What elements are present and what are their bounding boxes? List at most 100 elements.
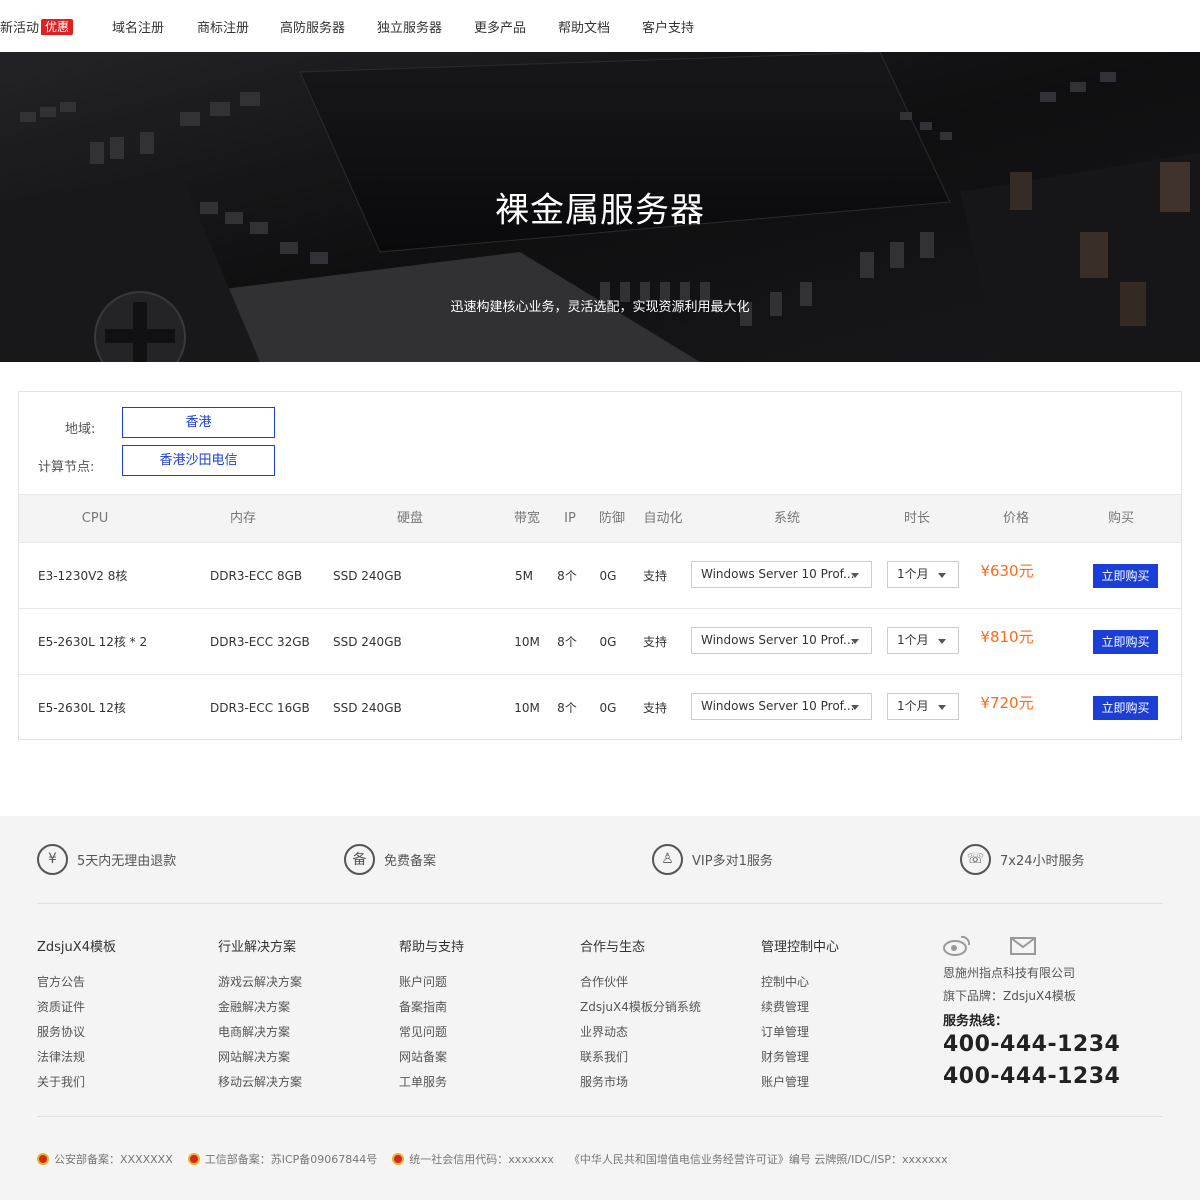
hero-subtitle: 迅速构建核心业务，灵活选配，实现资源利用最大化 (450, 300, 750, 315)
cell-defense: 0G (599, 701, 617, 715)
footer-link[interactable]: 续费管理 (761, 998, 809, 1015)
cell-automation: 支持 (642, 701, 668, 715)
nav-item-support[interactable]: 客户支持 (642, 17, 694, 36)
footer-column-title: 帮助与支持 (399, 940, 465, 955)
cell-automation: 支持 (642, 569, 668, 583)
os-select-value: Windows Server 10 Prof... (701, 699, 855, 713)
header-ip: IP (564, 511, 576, 526)
buy-now-button[interactable]: 立即购买 (1093, 564, 1158, 588)
feature-refund: ¥ 5天内无理由退款 (37, 843, 176, 875)
chevron-down-icon (938, 639, 946, 644)
chevron-down-icon (938, 705, 946, 710)
footer-column-title: 行业解决方案 (218, 940, 297, 955)
header-price: 价格 (1002, 511, 1030, 526)
header-duration: 时长 (903, 511, 931, 526)
footer-link[interactable]: 订单管理 (761, 1023, 809, 1040)
region-label: 地域: (65, 422, 96, 437)
price-value: ¥630元 (980, 562, 1034, 580)
table-row: E5-2630L 12核 * 2 DDR3-ECC 32GB SSD 240GB… (19, 609, 1181, 675)
miit-record-text: 工信部备案：苏ICP备09067844号 (204, 1153, 378, 1166)
footer-link[interactable]: 网站备案 (399, 1048, 447, 1065)
feature-vip: ♙ VIP多对1服务 (652, 843, 773, 875)
footer-link[interactable]: 财务管理 (761, 1048, 809, 1065)
police-record[interactable]: 公安部备案：XXXXXXX (37, 1151, 173, 1167)
header-bandwidth: 带宽 (513, 511, 541, 526)
duration-select[interactable]: 1个月 (887, 627, 959, 654)
national-emblem-icon (187, 1153, 200, 1165)
nav-item-label: 新活动 (0, 21, 40, 36)
footer-link[interactable]: 控制中心 (761, 973, 809, 990)
os-select[interactable]: Windows Server 10 Prof... (691, 561, 872, 588)
cell-disk: SSD 240GB (333, 635, 402, 649)
weibo-icon[interactable] (943, 934, 971, 956)
feature-24x7: ☏ 7x24小时服务 (960, 843, 1085, 875)
cell-cpu: E3-1230V2 8核 (38, 569, 128, 583)
region-option-hongkong[interactable]: 香港 (122, 407, 275, 438)
footer-link[interactable]: 关于我们 (37, 1073, 85, 1090)
footer-link[interactable]: 移动云解决方案 (218, 1073, 302, 1090)
footer-link[interactable]: 网站解决方案 (218, 1048, 290, 1065)
footer-link[interactable]: 服务市场 (580, 1073, 628, 1090)
footer-link[interactable]: 常见问题 (399, 1023, 447, 1040)
footer-link[interactable]: 金融解决方案 (218, 998, 290, 1015)
chevron-down-icon (938, 573, 946, 578)
cell-ip: 8个 (557, 635, 577, 649)
nav-item-help-docs[interactable]: 帮助文档 (558, 17, 610, 36)
buy-now-button[interactable]: 立即购买 (1093, 696, 1158, 720)
cell-memory: DDR3-ECC 8GB (210, 569, 303, 583)
footer-link[interactable]: 官方公告 (37, 973, 85, 990)
footer-link[interactable]: 游戏云解决方案 (218, 973, 302, 990)
footer-link[interactable]: 工单服务 (399, 1073, 447, 1090)
footer-column-title: 管理控制中心 (761, 940, 840, 955)
divider (37, 903, 1163, 904)
os-select[interactable]: Windows Server 10 Prof... (691, 627, 872, 654)
vip-user-icon: ♙ (652, 843, 683, 875)
hotline-label: 服务热线： (943, 1014, 1009, 1029)
police-record-text: 公安部备案：XXXXXXX (54, 1153, 173, 1166)
national-emblem-icon (37, 1153, 49, 1165)
mail-icon[interactable] (1010, 937, 1036, 955)
buy-now-button[interactable]: 立即购买 (1093, 630, 1158, 654)
price-value: ¥720元 (980, 694, 1034, 712)
footer-link[interactable]: 账户问题 (399, 973, 447, 990)
cell-memory: DDR3-ECC 16GB (210, 701, 310, 715)
nav-item-new-activity[interactable]: 新活动 优惠 (0, 17, 74, 36)
miit-record[interactable]: 工信部备案：苏ICP备09067844号 (187, 1151, 378, 1167)
footer-link[interactable]: 电商解决方案 (218, 1023, 290, 1040)
cell-disk: SSD 240GB (333, 569, 402, 583)
footer-link[interactable]: 业界动态 (580, 1023, 628, 1040)
table-header: CPU 内存 硬盘 带宽 IP 防御 自动化 系统 时长 价格 购买 (19, 494, 1181, 543)
duration-select[interactable]: 1个月 (887, 561, 959, 588)
footer-link[interactable]: 合作伙伴 (580, 973, 628, 990)
nav-item-more-products[interactable]: 更多产品 (474, 17, 526, 36)
footer-column-title: ZdsjuX4模板 (37, 940, 116, 955)
header-cpu: CPU (81, 511, 109, 526)
footer-link[interactable]: 服务协议 (37, 1023, 85, 1040)
node-option-shatin[interactable]: 香港沙田电信 (122, 445, 275, 476)
footer-link[interactable]: 法律法规 (37, 1048, 85, 1065)
footer-link[interactable]: 资质证件 (37, 998, 85, 1015)
cell-defense: 0G (599, 569, 617, 583)
header-defense: 防御 (598, 511, 626, 526)
feature-label: 免费备案 (384, 853, 437, 869)
header-memory: 内存 (229, 511, 257, 526)
os-select[interactable]: Windows Server 10 Prof... (691, 693, 872, 720)
cell-cpu: E5-2630L 12核 * 2 (38, 635, 148, 649)
footer-link[interactable]: 联系我们 (580, 1048, 628, 1065)
nav-item-domain[interactable]: 域名注册 (112, 17, 164, 36)
chevron-down-icon (851, 573, 859, 578)
hero-title: 裸金属服务器 (495, 190, 705, 231)
cell-ip: 8个 (557, 569, 577, 583)
nav-item-ddos-server[interactable]: 高防服务器 (280, 17, 345, 36)
os-select-value: Windows Server 10 Prof... (701, 567, 855, 581)
footer-link[interactable]: 账户管理 (761, 1073, 809, 1090)
feature-free-record: 备 免费备案 (344, 843, 436, 875)
nav-item-trademark[interactable]: 商标注册 (197, 17, 249, 36)
duration-select[interactable]: 1个月 (887, 693, 959, 720)
hotline-number: 400-444-1234 (943, 1032, 1121, 1057)
feature-label: VIP多对1服务 (692, 853, 773, 869)
brand-line: 旗下品牌：ZdsjuX4模板 (943, 989, 1076, 1003)
footer-link[interactable]: 备案指南 (399, 998, 447, 1015)
nav-item-dedicated-server[interactable]: 独立服务器 (377, 17, 442, 36)
footer-link[interactable]: ZdsjuX4模板分销系统 (580, 998, 701, 1015)
